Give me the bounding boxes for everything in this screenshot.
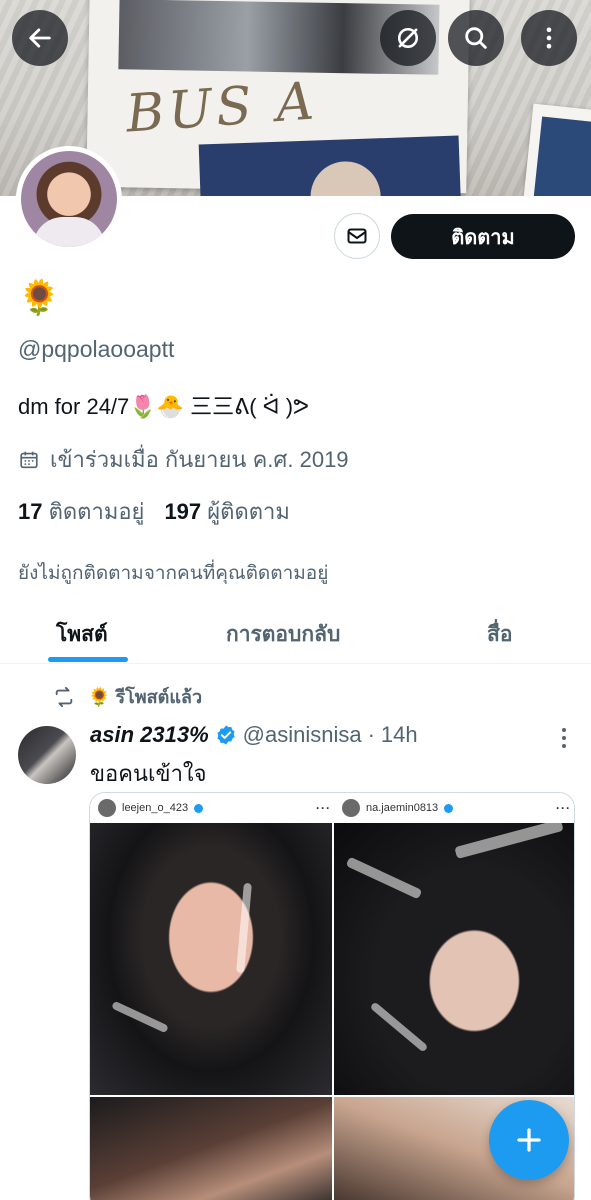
follow-button[interactable]: ติดตาม: [391, 214, 575, 259]
banner-polaroid-small: [523, 103, 591, 196]
search-button[interactable]: [448, 10, 504, 66]
join-date: เข้าร่วมเมื่อ กันยายน ค.ศ. 2019: [18, 442, 349, 477]
media-photo[interactable]: [90, 823, 332, 1095]
post-author-avatar[interactable]: [18, 726, 76, 784]
repost-label: 🌻 รีโพสต์แล้ว: [88, 682, 202, 711]
translate-toggle-button[interactable]: [380, 10, 436, 66]
search-icon: [465, 27, 487, 49]
post-header: asin 2313% @asinisnisa · 14h: [90, 722, 418, 748]
avatar-shirt: [33, 217, 105, 247]
post-meta-separator: ·: [367, 722, 375, 747]
back-button[interactable]: [12, 10, 68, 66]
media-verified-icon: [194, 803, 204, 813]
tab-replies[interactable]: การตอบกลับ: [226, 618, 340, 651]
following-count: 17: [18, 499, 43, 524]
photo-highlight: [345, 856, 423, 900]
photo-highlight: [369, 1001, 429, 1053]
media-user-avatar: [98, 799, 116, 817]
following-link[interactable]: 17 ติดตามอยู่: [18, 494, 144, 529]
banner-polaroid-small-image: [533, 116, 591, 196]
display-name: 🌻: [18, 279, 61, 317]
media-username: na.jaemin0813: [366, 802, 439, 814]
compose-post-button[interactable]: [489, 1100, 569, 1180]
more-options-button[interactable]: [521, 10, 577, 66]
post-timestamp[interactable]: 14h: [381, 722, 418, 748]
profile-handle: @pqpolaooaptt: [18, 336, 175, 362]
media-user-avatar: [342, 799, 360, 817]
more-dot: [562, 744, 566, 748]
followers-count: 197: [164, 499, 202, 524]
repost-icon: [55, 686, 73, 707]
media-verified-icon: [444, 803, 454, 813]
profile-bio: dm for 24/7🌷🐣 三三ᕕ( ᐛ )ᕗ: [18, 394, 309, 419]
repost-label-text: รีโพสต์แล้ว: [115, 687, 203, 707]
message-button[interactable]: [334, 213, 380, 259]
media-more-icon: ···: [556, 801, 571, 815]
tab-media[interactable]: สื่อ: [487, 618, 512, 651]
post-more-button[interactable]: [552, 724, 576, 752]
more-dot: [562, 736, 566, 740]
verified-badge-icon: [217, 725, 235, 745]
post-author-handle[interactable]: @asinisnisa: [243, 722, 362, 748]
post-author-name[interactable]: asin 2313%: [90, 722, 209, 748]
repost-indicator: 🌻 รีโพสต์แล้ว: [52, 682, 202, 711]
photo-highlight: [111, 1000, 169, 1034]
more-vertical-icon: [546, 27, 552, 49]
media-more-icon: ···: [316, 801, 331, 815]
profile-tabs: โพสต์ การตอบกลับ สื่อ: [0, 600, 591, 664]
follow-stats: 17 ติดตามอยู่ 197 ผู้ติดตาม: [18, 494, 290, 529]
profile-avatar[interactable]: [16, 146, 122, 252]
followers-label: ผู้ติดตาม: [207, 499, 290, 524]
active-tab-indicator: [48, 657, 128, 662]
repost-emoji: 🌻: [88, 687, 111, 707]
translate-off-icon: [397, 27, 419, 49]
more-dot: [562, 728, 566, 732]
media-photo[interactable]: [334, 823, 574, 1095]
media-header-left: leejen_o_423: [90, 793, 332, 823]
avatar-image: [21, 151, 117, 247]
tab-posts[interactable]: โพสต์: [56, 618, 108, 651]
envelope-icon: [347, 228, 367, 244]
media-photo[interactable]: [90, 1097, 332, 1200]
photo-highlight: [236, 882, 252, 974]
media-header-right: na.jaemin0813: [334, 793, 574, 823]
not-followed-note: ยังไม่ถูกติดตามจากคนที่คุณติดตามอยู่: [18, 563, 329, 584]
media-username: leejen_o_423: [122, 802, 189, 814]
calendar-icon: [20, 451, 38, 468]
banner-photo-head: [309, 160, 382, 196]
photo-highlight: [454, 823, 564, 860]
arrow-left-icon: [29, 28, 51, 48]
banner-photo: [198, 135, 462, 196]
followers-link[interactable]: 197 ผู้ติดตาม: [164, 494, 289, 529]
join-date-text: เข้าร่วมเมื่อ กันยายน ค.ศ. 2019: [50, 447, 349, 472]
following-label: ติดตามอยู่: [48, 499, 145, 524]
post-text: ขอคนเข้าใจ: [90, 761, 207, 786]
plus-icon: [517, 1128, 541, 1152]
